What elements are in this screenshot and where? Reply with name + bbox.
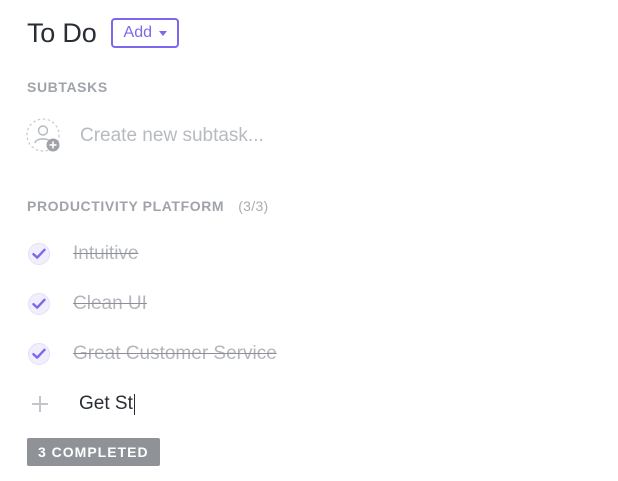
plus-icon[interactable] [30,394,50,414]
add-dropdown-button[interactable]: Add [110,18,180,48]
todo-panel: To Do Add SUBTASKS Create new subtask...… [0,0,618,481]
subtasks-label-text: SUBTASKS [27,79,108,95]
chevron-down-icon [159,31,168,36]
header: To Do Add [27,17,180,49]
check-icon[interactable] [28,243,50,265]
user-add-icon[interactable] [26,118,62,154]
checklist-count: (3/3) [238,198,269,214]
new-checklist-item-row[interactable]: Get St [30,393,135,415]
new-subtask-input[interactable]: Create new subtask... [26,118,264,154]
checklist-item-label: Great Customer Service [73,343,277,364]
checklist-item[interactable]: Clean UI [28,293,147,315]
text-cursor [133,393,135,415]
subtasks-section-label: SUBTASKS [27,79,108,95]
add-button-label: Add [123,24,153,41]
new-checklist-item-value: Get St [79,393,133,414]
checklist-item[interactable]: Great Customer Service [28,343,277,365]
page-title: To Do [27,18,97,48]
checklist-item-label: Intuitive [73,243,139,264]
check-icon[interactable] [28,293,50,315]
completed-label: 3 COMPLETED [38,444,149,460]
new-subtask-placeholder: Create new subtask... [80,125,264,146]
new-checklist-item-input[interactable]: Get St [79,393,135,415]
checklist-section-label: PRODUCTIVITY PLATFORM (3/3) [27,198,269,214]
checklist-title: PRODUCTIVITY PLATFORM [27,198,225,214]
checklist-item[interactable]: Intuitive [28,243,138,265]
check-icon[interactable] [28,343,50,365]
checklist-item-label: Clean UI [73,293,147,314]
completed-toggle-button[interactable]: 3 COMPLETED [27,438,160,466]
